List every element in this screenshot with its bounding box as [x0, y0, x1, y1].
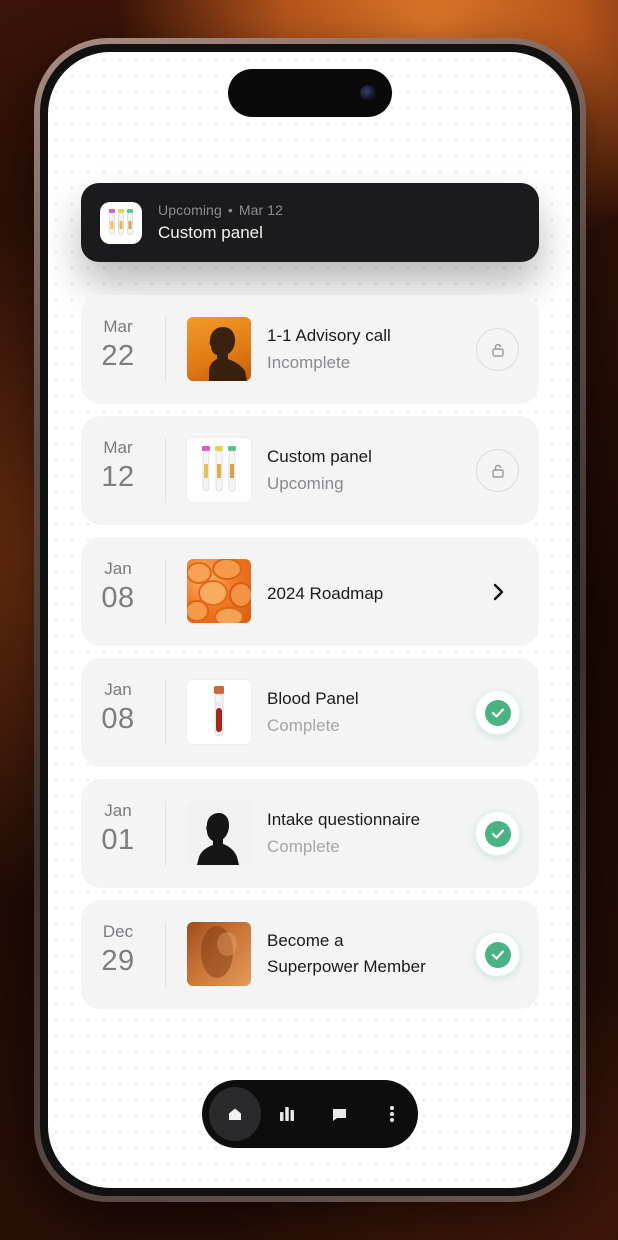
banner-meta: Upcoming • Mar 12	[158, 202, 283, 218]
divider	[165, 801, 166, 866]
list-item[interactable]: Dec 29 Become a Superpower Member	[81, 900, 539, 1009]
banner-status: Upcoming	[158, 202, 222, 218]
item-day: 22	[101, 340, 135, 372]
list-item[interactable]: Mar 12 Custom panel Upcoming	[81, 416, 539, 525]
item-month: Jan	[104, 559, 132, 578]
check-icon[interactable]	[476, 691, 519, 734]
divider	[165, 317, 166, 382]
item-day: 08	[101, 703, 135, 735]
divider	[165, 438, 166, 503]
orange-blur-figure-thumbnail	[187, 922, 251, 986]
blood-tube-thumbnail	[187, 680, 251, 744]
item-text: Intake questionnaire Complete	[267, 807, 459, 857]
bottom-tab-bar	[202, 1080, 418, 1148]
check-icon[interactable]	[476, 933, 519, 976]
check-badge	[484, 820, 511, 847]
dynamic-island	[228, 69, 392, 117]
chat-icon[interactable]	[314, 1087, 366, 1141]
item-text: 1-1 Advisory call Incomplete	[267, 323, 459, 373]
list-item[interactable]: Jan 08 2024 Roadmap	[81, 537, 539, 646]
item-text: Blood Panel Complete	[267, 686, 459, 736]
item-title: 1-1 Advisory call	[267, 326, 391, 345]
lock-icon[interactable]	[476, 449, 519, 492]
divider	[165, 680, 166, 745]
silhouette-grey-thumbnail	[187, 801, 251, 865]
item-text: Become a Superpower Member	[267, 928, 459, 980]
list-item[interactable]: Jan 08 Blood Panel Complete	[81, 658, 539, 767]
banner-text: Upcoming • Mar 12 Custom panel	[158, 202, 283, 243]
banner-separator: •	[227, 202, 233, 218]
item-date: Jan 08	[81, 680, 155, 736]
item-date: Dec 29	[81, 922, 155, 978]
item-status: Complete	[267, 837, 340, 856]
item-text: 2024 Roadmap	[267, 581, 459, 607]
item-title-line-1: Become a	[267, 931, 344, 950]
item-status: Incomplete	[267, 353, 351, 372]
phone-screen: Upcoming • Mar 12 Custom panel Mar 22 1-1 …	[48, 52, 572, 1188]
item-month: Dec	[102, 922, 134, 941]
orange-cells-thumbnail	[187, 559, 251, 623]
item-status: Complete	[267, 716, 340, 735]
banner-title: Custom panel	[158, 223, 263, 242]
list-item[interactable]: Jan 01 Intake questionnaire Complete	[81, 779, 539, 888]
upcoming-notification-banner[interactable]: Upcoming • Mar 12 Custom panel	[81, 183, 539, 262]
item-title-line-2: Superpower Member	[267, 957, 426, 976]
timeline-list: Mar 22 1-1 Advisory call Incomplete Mar …	[81, 295, 539, 1021]
check-icon[interactable]	[476, 812, 519, 855]
item-month: Mar	[103, 438, 133, 457]
check-badge	[484, 941, 511, 968]
chart-icon[interactable]	[261, 1087, 313, 1141]
lock-icon[interactable]	[476, 328, 519, 371]
item-title: Custom panel	[267, 447, 372, 466]
test-tubes-thumbnail	[100, 201, 142, 244]
chevron-right-icon[interactable]	[476, 570, 519, 613]
item-month: Jan	[104, 801, 132, 820]
item-title: Intake questionnaire	[267, 810, 421, 829]
banner-date: Mar 12	[238, 202, 284, 218]
camera-icon	[360, 85, 376, 101]
item-date: Jan 08	[81, 559, 155, 615]
more-icon[interactable]	[366, 1087, 418, 1141]
item-title: Blood Panel	[267, 689, 359, 708]
item-title: 2024 Roadmap	[267, 584, 384, 603]
item-month: Mar	[103, 317, 133, 336]
check-badge	[484, 699, 511, 726]
item-date: Mar 22	[81, 317, 155, 373]
item-status: Upcoming	[267, 474, 344, 493]
list-item[interactable]: Mar 22 1-1 Advisory call Incomplete	[81, 295, 539, 404]
item-date: Mar 12	[81, 438, 155, 494]
silhouette-orange-portrait-thumbnail	[187, 317, 251, 381]
item-date: Jan 01	[81, 801, 155, 857]
item-month: Jan	[104, 680, 132, 699]
test-tubes-thumbnail	[187, 438, 251, 502]
divider	[165, 559, 166, 624]
divider	[165, 922, 166, 987]
item-text: Custom panel Upcoming	[267, 444, 459, 494]
item-day: 12	[101, 461, 135, 493]
home-icon[interactable]	[209, 1087, 262, 1141]
item-day: 29	[101, 945, 135, 977]
item-day: 08	[101, 582, 135, 614]
item-day: 01	[101, 824, 135, 856]
